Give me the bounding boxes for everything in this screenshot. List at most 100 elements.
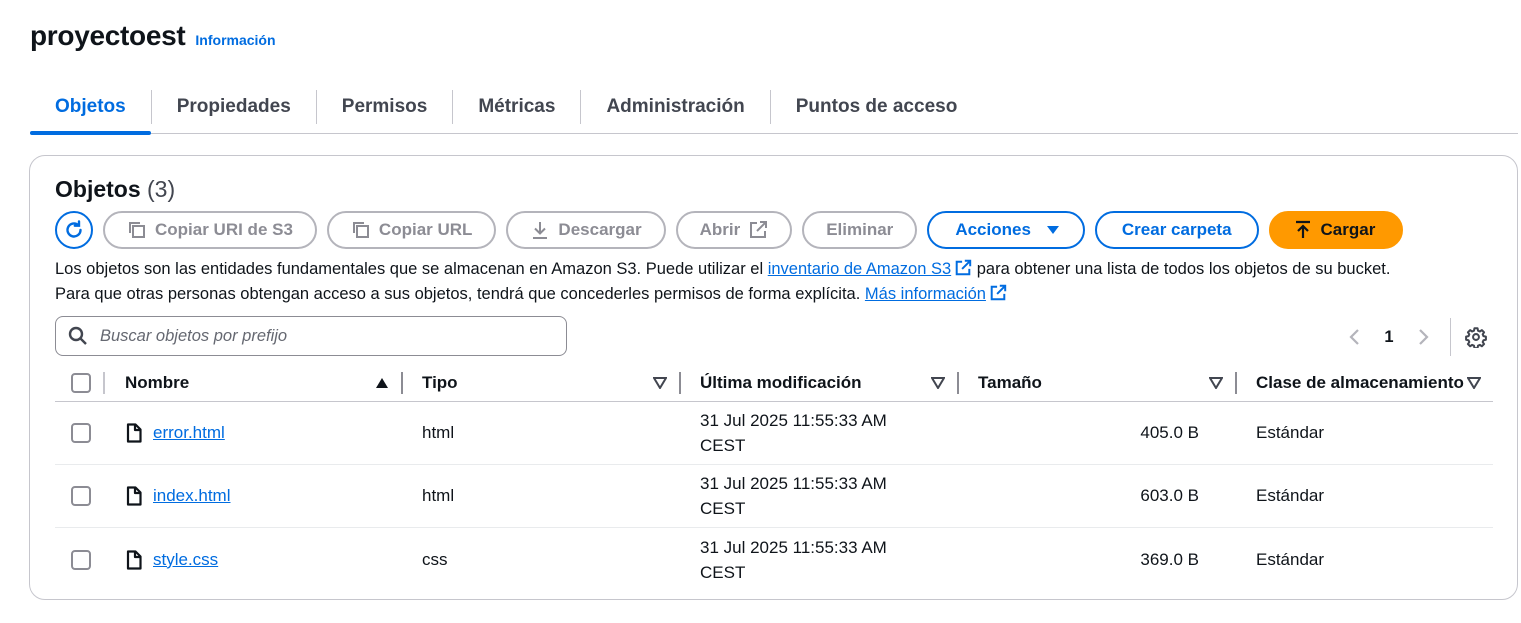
- panel-title-text: Objetos: [55, 176, 141, 202]
- size-text: 405.0 B: [1140, 423, 1199, 442]
- name-cell: error.html: [125, 402, 403, 465]
- select-all-checkbox[interactable]: [71, 372, 91, 393]
- upload-label: Cargar: [1320, 220, 1376, 239]
- storage-class-cell: Estándar: [1256, 549, 1325, 569]
- copy-url-button[interactable]: Copiar URL: [326, 211, 497, 249]
- type-cell: html: [422, 423, 455, 442]
- gear-icon: [1465, 327, 1487, 348]
- modified-cell: 31 Jul 2025 11:55:33 AM CEST: [681, 402, 959, 465]
- storage-class-cell: Estándar: [1256, 423, 1325, 442]
- description: Los objetos son las entidades fundamenta…: [55, 257, 1500, 307]
- learn-more-link-text: Más información: [864, 285, 986, 303]
- file-icon: [126, 423, 142, 443]
- refresh-button[interactable]: [55, 211, 93, 249]
- size-text: 369.0 B: [1140, 549, 1199, 569]
- size-cell: 603.0 B: [959, 465, 1237, 528]
- modified-date: 31 Jul 2025 11:55:33 AM: [700, 411, 887, 430]
- modified-date: 31 Jul 2025 11:55:33 AM: [700, 474, 887, 493]
- delete-label: Eliminar: [826, 220, 894, 239]
- select-all-cell: [55, 364, 125, 402]
- panel-title: Objetos (3): [55, 176, 175, 203]
- column-divider: [103, 371, 105, 394]
- create-folder-label: Crear carpeta: [1121, 220, 1232, 239]
- type-cell: css: [422, 549, 448, 569]
- table-row: index.html html 31 Jul 2025 11:55:33 AM …: [55, 465, 1493, 528]
- table-row: style.css css 31 Jul 2025 11:55:33 AM CE…: [55, 528, 1493, 591]
- pager-divider: [1450, 318, 1451, 356]
- tab-permissions[interactable]: Permisos: [317, 80, 453, 133]
- column-header-modified[interactable]: Última modificación: [681, 364, 959, 402]
- copy-s3-uri-button[interactable]: Copiar URI de S3: [103, 211, 317, 249]
- actions-dropdown[interactable]: Acciones: [927, 211, 1085, 249]
- modified-timezone: CEST: [700, 499, 746, 518]
- chevron-right-icon: [1419, 329, 1429, 345]
- modified-timezone: CEST: [700, 562, 746, 582]
- upload-icon: [1295, 220, 1310, 238]
- modified-text: 31 Jul 2025 11:55:33 AM CEST: [700, 535, 887, 585]
- storage-class-cell: Estándar: [1256, 486, 1325, 505]
- row-checkbox[interactable]: [71, 549, 91, 570]
- tab-metrics[interactable]: Métricas: [453, 80, 580, 133]
- chevron-left-icon: [1349, 329, 1359, 345]
- row-checkbox[interactable]: [71, 486, 91, 506]
- sort-descending-icon: [1467, 376, 1481, 389]
- create-folder-button[interactable]: Crear carpeta: [1094, 211, 1259, 249]
- row-select-cell: [55, 402, 125, 465]
- preferences-button[interactable]: [1459, 318, 1493, 356]
- modified-cell: 31 Jul 2025 11:55:33 AM CEST: [681, 465, 959, 528]
- file-icon: [126, 486, 142, 506]
- column-header-type[interactable]: Tipo: [403, 364, 681, 402]
- learn-more-link[interactable]: Más información: [864, 284, 1007, 303]
- column-header-size[interactable]: Tamaño: [959, 364, 1237, 402]
- column-header-name[interactable]: Nombre: [125, 364, 403, 402]
- pagination: 1: [1338, 318, 1493, 356]
- sort-descending-icon: [653, 376, 667, 389]
- external-link-icon: [750, 221, 768, 238]
- modified-text: 31 Jul 2025 11:55:33 AM CEST: [700, 471, 887, 521]
- row-checkbox[interactable]: [71, 423, 91, 443]
- open-button[interactable]: Abrir: [675, 211, 793, 249]
- object-link[interactable]: error.html: [153, 423, 225, 443]
- objects-table: Nombre Tipo Última modificación Tamaño C: [55, 364, 1493, 591]
- external-link-icon: [990, 284, 1007, 301]
- column-header-storage-class[interactable]: Clase de almacenamiento: [1237, 364, 1493, 402]
- object-count: (3): [147, 176, 176, 202]
- column-modified-label: Última modificación: [700, 372, 862, 392]
- s3-inventory-link[interactable]: inventario de Amazon S3: [767, 259, 972, 278]
- download-button[interactable]: Descargar: [506, 211, 666, 249]
- delete-button[interactable]: Eliminar: [802, 211, 918, 249]
- objects-panel: Objetos (3) Copiar URI de S3 Copiar URL: [29, 155, 1518, 600]
- info-link[interactable]: Información: [195, 32, 275, 48]
- external-link-icon: [955, 259, 972, 276]
- sort-ascending-icon: [376, 377, 388, 388]
- copy-icon: [352, 222, 369, 238]
- size-cell: 405.0 B: [959, 402, 1237, 465]
- object-link[interactable]: style.css: [153, 550, 218, 570]
- object-link[interactable]: index.html: [153, 486, 230, 506]
- tab-management[interactable]: Administración: [581, 80, 769, 133]
- size-text: 603.0 B: [1140, 486, 1199, 505]
- page-title: proyectoest: [30, 20, 186, 51]
- tab-properties[interactable]: Propiedades: [152, 80, 316, 133]
- download-icon: [533, 222, 548, 239]
- s3-inventory-link-text: inventario de Amazon S3: [767, 260, 952, 278]
- size-cell: 369.0 B: [959, 528, 1237, 591]
- next-page-button[interactable]: [1406, 318, 1440, 356]
- sort-descending-icon: [1209, 376, 1223, 389]
- column-type-label: Tipo: [422, 372, 458, 392]
- row-select-cell: [55, 528, 125, 591]
- refresh-icon: [66, 220, 82, 238]
- table-header: Nombre Tipo Última modificación Tamaño C: [55, 364, 1493, 402]
- search-input[interactable]: [98, 325, 538, 347]
- copy-url-label: Copiar URL: [378, 220, 473, 239]
- page-header: proyectoest Información: [30, 20, 276, 52]
- upload-button[interactable]: Cargar: [1268, 211, 1404, 249]
- column-size-label: Tamaño: [978, 372, 1042, 392]
- modified-text: 31 Jul 2025 11:55:33 AM CEST: [700, 408, 887, 458]
- tab-access-points[interactable]: Puntos de acceso: [771, 80, 983, 133]
- name-cell: style.css: [125, 528, 403, 591]
- prev-page-button[interactable]: [1338, 318, 1372, 356]
- tab-objects[interactable]: Objetos: [30, 80, 151, 135]
- page-number[interactable]: 1: [1372, 318, 1406, 356]
- description-line1-end: para obtener una lista de todos los obje…: [972, 260, 1391, 278]
